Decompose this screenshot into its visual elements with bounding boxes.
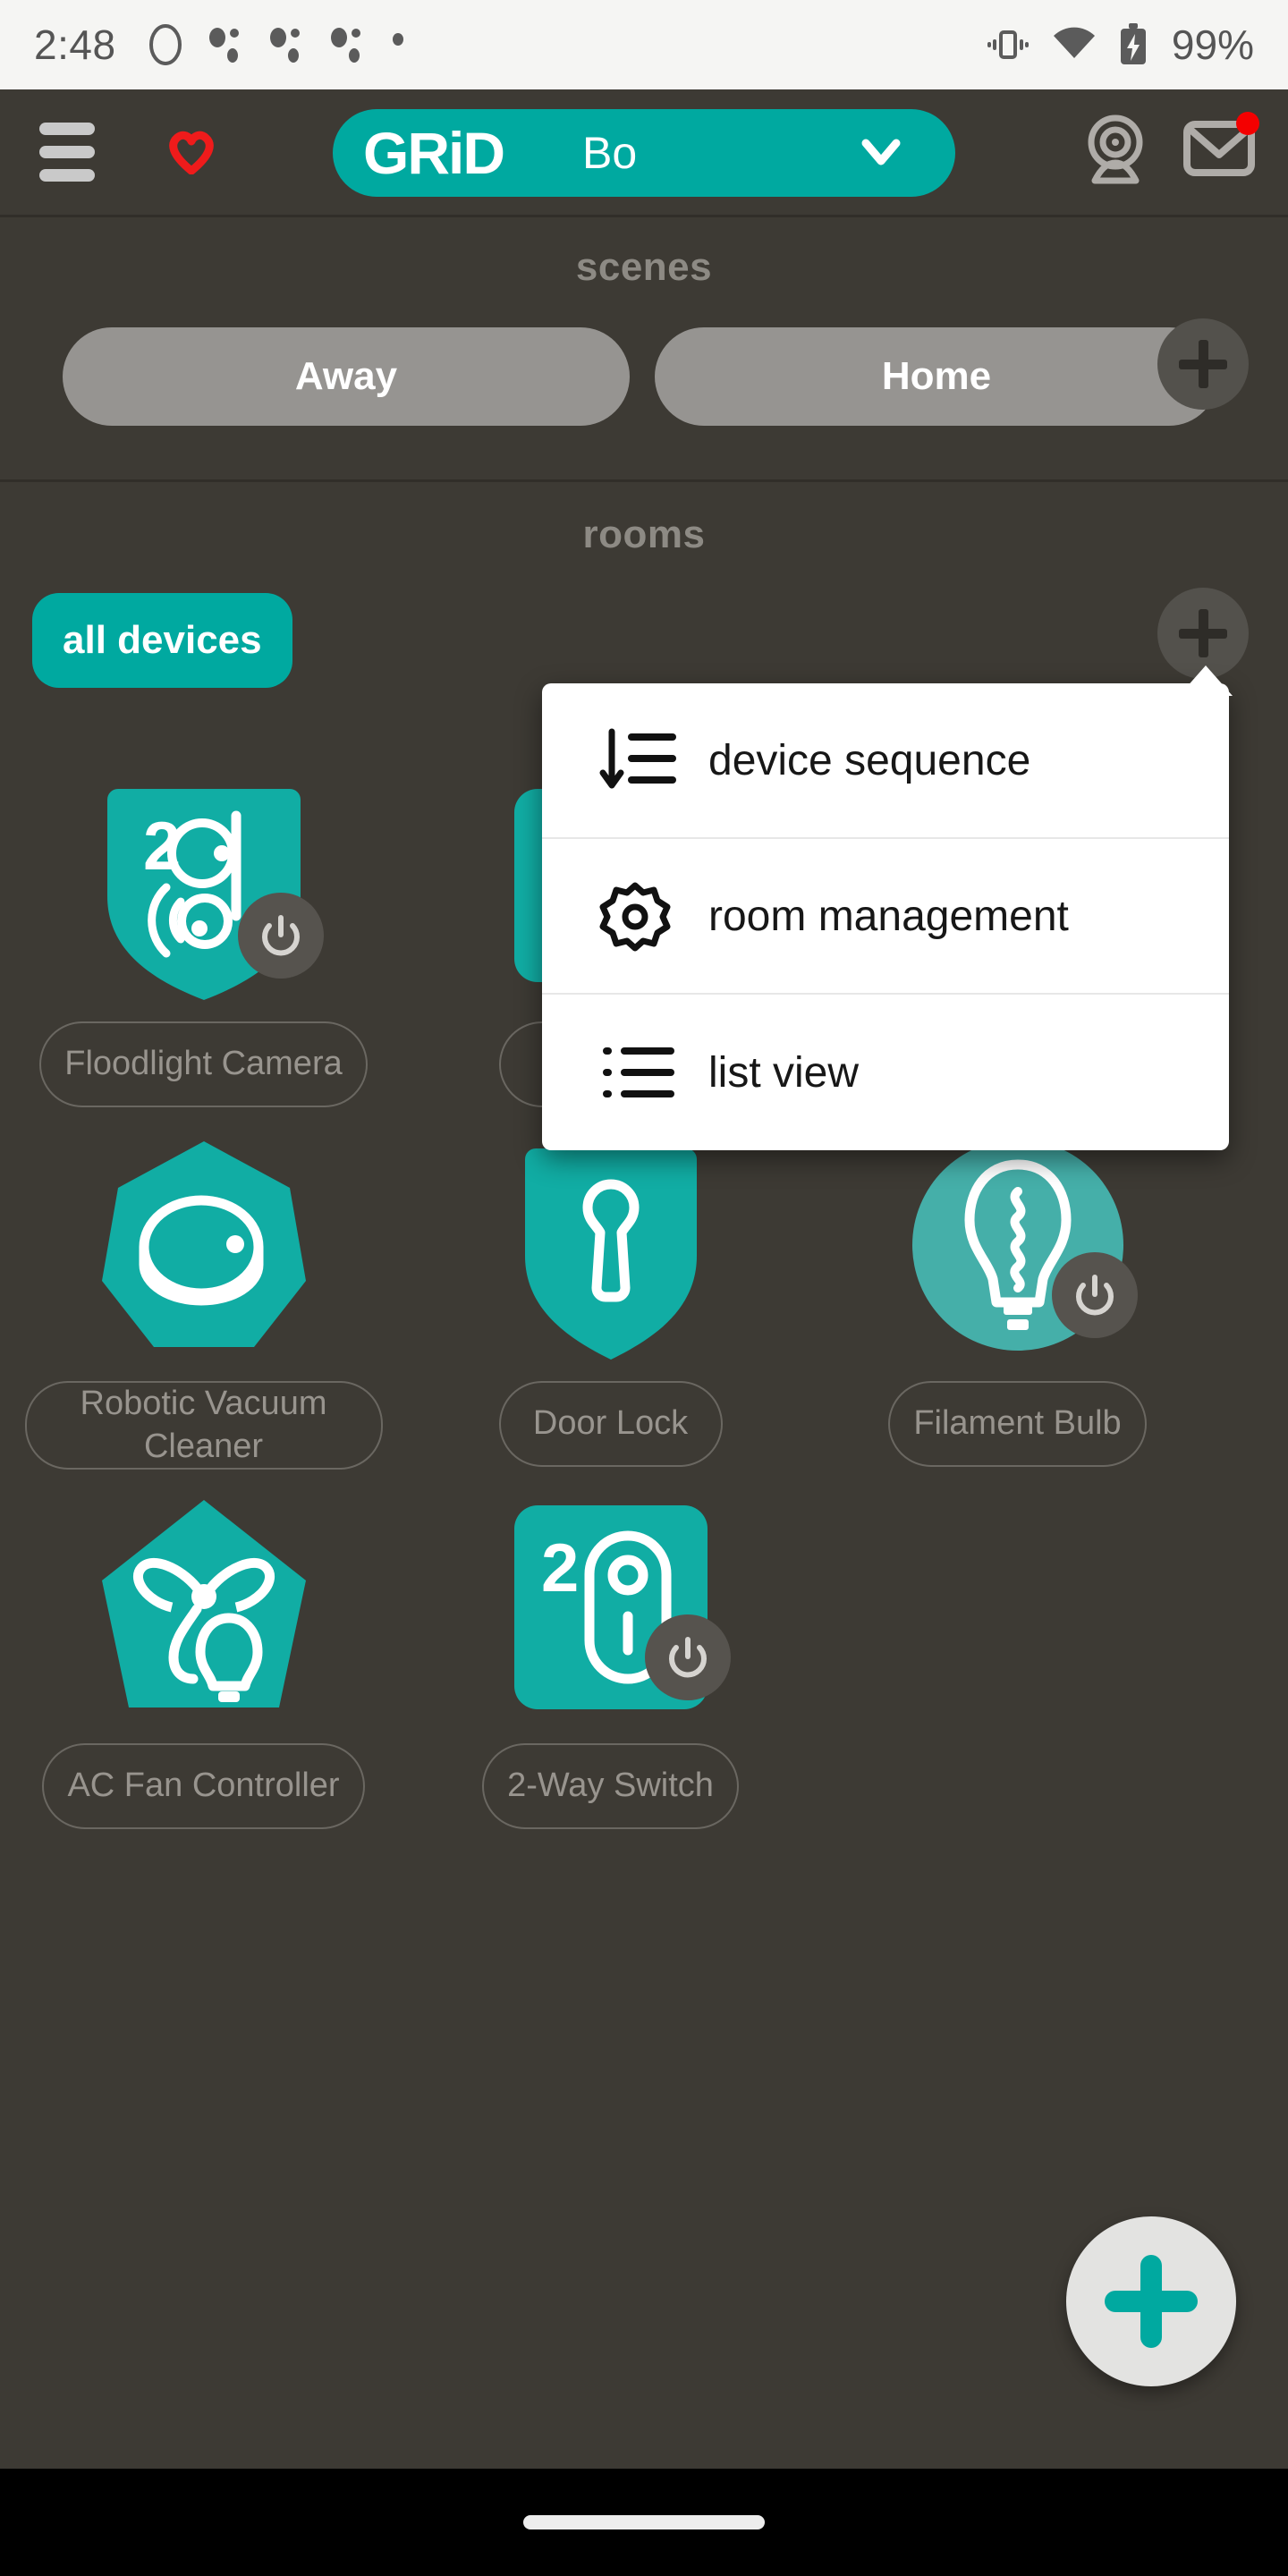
device-icon-wrap[interactable]: [902, 1129, 1138, 1361]
battery-percent-label: 99%: [1171, 21, 1254, 68]
power-toggle-button[interactable]: [237, 893, 324, 979]
popup-menu-caret: [1179, 665, 1233, 696]
menu-item-label: room management: [708, 892, 1069, 940]
hamburger-menu-icon[interactable]: [39, 123, 95, 182]
gear-icon: [599, 880, 683, 952]
vibrate-icon: [987, 30, 1029, 59]
robot-vacuum-icon: [101, 1141, 306, 1347]
gesture-home-indicator[interactable]: [523, 2515, 765, 2529]
scene-button-away[interactable]: Away: [63, 327, 630, 426]
device-label: Door Lock: [498, 1381, 723, 1467]
power-icon: [261, 915, 300, 956]
app-root: 2:48 99% GRiD Bo scenes Away Home rooms …: [0, 0, 1288, 2576]
device-icon-wrap[interactable]: [495, 1129, 727, 1361]
power-toggle-button[interactable]: [1051, 1252, 1138, 1338]
device-icon-wrap[interactable]: [88, 1491, 320, 1724]
device-label: AC Fan Controller: [42, 1743, 365, 1829]
small-dot-icon: [392, 33, 403, 46]
menu-item-device-sequence[interactable]: device sequence: [542, 683, 1229, 839]
status-bar: 2:48 99%: [0, 0, 1288, 89]
status-bar-notification-icons: [147, 21, 411, 68]
device-card-ac-fan-controller[interactable]: AC Fan Controller: [0, 1491, 407, 1829]
bullet-list-icon: [599, 1040, 683, 1105]
device-card-filament-bulb[interactable]: Filament Bulb: [814, 1129, 1221, 1470]
app-bar: GRiD Bo: [0, 89, 1288, 215]
menu-item-list-view[interactable]: list view: [542, 995, 1229, 1150]
home-name-label: Bo: [582, 128, 638, 178]
system-navigation-bar: [0, 2469, 1288, 2576]
scenes-row: Away Home: [0, 324, 1288, 429]
app-bar-actions: [1080, 112, 1259, 189]
device-card-2-way-switch[interactable]: 2 2-Way Switch: [407, 1491, 814, 1829]
device-icon-wrap[interactable]: 2: [495, 1491, 731, 1724]
circle-outline-icon: [148, 24, 182, 65]
sort-list-icon: [599, 726, 683, 794]
add-device-fab[interactable]: [1066, 2216, 1236, 2386]
device-icon-wrap[interactable]: 2: [88, 769, 324, 1002]
device-icon-wrap[interactable]: [88, 1129, 320, 1361]
plus-icon: [1140, 2255, 1162, 2348]
plus-icon: [1198, 340, 1208, 388]
rooms-chips-row: all devices: [0, 591, 1288, 690]
home-selector-pill[interactable]: GRiD Bo: [333, 109, 955, 197]
menu-item-label: list view: [708, 1048, 860, 1097]
mail-notification-badge: [1236, 112, 1259, 135]
chevron-down-icon[interactable]: [857, 134, 905, 174]
rooms-section: rooms all devices: [0, 482, 1288, 688]
device-card-door-lock[interactable]: Door Lock: [407, 1129, 814, 1470]
device-card-robotic-vacuum-cleaner[interactable]: Robotic Vacuum Cleaner: [0, 1129, 407, 1470]
heart-icon[interactable]: [166, 126, 216, 179]
menu-item-label: device sequence: [708, 736, 1031, 784]
svg-text:2: 2: [541, 1530, 579, 1606]
popup-menu: device sequence room management list vie…: [542, 683, 1229, 1150]
add-scene-button[interactable]: [1157, 318, 1249, 410]
battery-charging-icon: [1120, 23, 1146, 64]
mail-icon[interactable]: [1182, 112, 1259, 184]
power-toggle-button[interactable]: [644, 1614, 731, 1700]
status-bar-time: 2:48: [34, 21, 116, 68]
wifi-icon: [1053, 27, 1095, 58]
status-bar-system-icons: 99%: [986, 21, 1254, 69]
room-chip-all-devices[interactable]: all devices: [32, 593, 292, 688]
scenes-title: scenes: [575, 245, 713, 289]
fan-light-icon: [101, 1500, 306, 1707]
notification-dots-icon: [269, 28, 300, 63]
menu-item-room-management[interactable]: room management: [542, 839, 1229, 995]
plus-icon: [1198, 609, 1208, 657]
power-icon: [1075, 1275, 1114, 1316]
device-label: Floodlight Camera: [39, 1021, 368, 1107]
device-label: Filament Bulb: [888, 1381, 1147, 1467]
device-label: 2-Way Switch: [482, 1743, 739, 1829]
notification-dots-icon: [208, 28, 239, 63]
rooms-title: rooms: [582, 513, 706, 556]
scene-button-home[interactable]: Home: [655, 327, 1218, 426]
webcam-icon[interactable]: [1080, 113, 1150, 189]
notification-dots-icon: [330, 28, 360, 63]
brand-logo: GRiD: [363, 120, 505, 186]
device-card-floodlight-camera[interactable]: 2 Floodlight Camera: [0, 769, 407, 1107]
scenes-section: scenes Away Home: [0, 215, 1288, 479]
power-icon: [668, 1637, 707, 1678]
device-label: Robotic Vacuum Cleaner: [24, 1381, 383, 1470]
door-lock-icon: [524, 1148, 697, 1360]
